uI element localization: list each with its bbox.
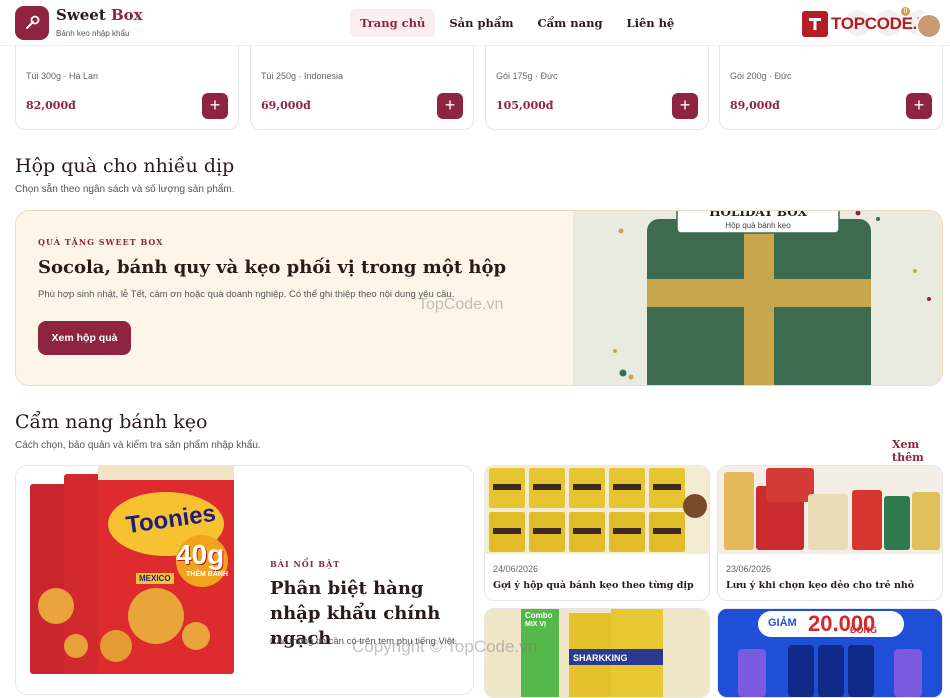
pack-extra: THÊM BÁNH [186,571,228,578]
add-to-cart-button[interactable]: + [672,93,698,119]
promo-text: GIẢM [768,617,797,629]
nav-home[interactable]: Trang chủ [350,9,436,37]
gift-banner-desc: Phù hợp sinh nhật, lễ Tết, cảm ơn hoặc q… [38,289,455,300]
gift-banner: QUÀ TẶNG SWEET BOX Socola, bánh quy và k… [15,210,943,386]
product-meta: Túi 250g · Indonesia [261,71,344,81]
brand-tagline: Bánh kẹo nhập khẩu [56,29,130,38]
product-price: 69,000đ [261,99,311,112]
product-price: 89,000đ [730,99,780,112]
add-to-cart-button[interactable]: + [202,93,228,119]
product-meta: Gói 200g · Đức [730,71,792,81]
article-date: 24/06/2026 [493,564,539,574]
logo-badge[interactable] [15,6,49,40]
gift-kicker: QUÀ TẶNG SWEET BOX [38,237,164,247]
combo-line2: MIX VỊ [525,621,547,628]
featured-article[interactable]: Toonies 40g THÊM BÁNH MEXICO BÀI NỔI BẬT… [15,465,474,695]
article-title: Gợi ý hộp quà bánh kẹo theo từng dịp [493,580,694,591]
candy-assortment-image [718,466,942,554]
gift-box-label: HOLIDAY BOX [709,210,807,219]
main-nav: Trang chủ Sản phẩm Cẩm nang Liên hệ [350,9,684,37]
wafer-boxes-image [485,466,709,554]
gift-box-icon [613,211,931,385]
gift-section-subtitle: Chọn sẵn theo ngân sách và số lượng sản … [15,184,235,195]
product-price: 82,000đ [26,99,76,112]
gift-box-sublabel: Hộp quà bánh kẹo [725,221,791,230]
pack-flavor: MEXICO [136,573,174,584]
article-card[interactable]: Combo MIX VỊ SHARKKING [484,608,710,698]
article-date: 23/06/2026 [726,564,772,574]
featured-desc: Các thông tin cần có trên tem phụ tiếng … [270,636,458,647]
view-more-link[interactable]: Xem thêm [892,438,950,464]
promo-unit: ĐỒNG [850,625,877,635]
candy-icon [26,15,40,29]
pack-weight: 40g [176,539,225,570]
featured-kicker: BÀI NỔI BẬT [270,559,341,569]
product-price: 105,000đ [496,99,554,112]
combo-brand: SHARKKING [573,653,628,663]
nav-guide[interactable]: Cẩm nang [528,9,613,37]
avatar[interactable] [916,13,942,39]
article-card[interactable]: GIẢM 20.000 ĐỒNG [717,608,943,698]
article-card[interactable]: 24/06/2026 Gợi ý hộp quà bánh kẹo theo t… [484,465,710,601]
gift-section-title: Hộp quà cho nhiều dịp [15,155,235,177]
nav-products[interactable]: Sản phẩm [439,9,523,37]
guide-section-title: Cẩm nang bánh kẹo [15,411,208,433]
add-to-cart-button[interactable]: + [437,93,463,119]
guide-section-subtitle: Cách chọn, bảo quản và kiểm tra sản phẩm… [15,440,261,451]
site-header: Sweet Box Bánh kẹo nhập khẩu Trang chủ S… [0,0,950,46]
combo-line1: Combo [525,611,553,620]
nav-contact[interactable]: Liên hệ [617,9,685,37]
gift-banner-title: Socola, bánh quy và kẹo phối vị trong mộ… [38,257,507,278]
product-meta: Gói 175g · Đức [496,71,558,81]
topcode-logo-icon [802,11,828,37]
brand-name[interactable]: Sweet Box [56,6,143,24]
article-title: Lưu ý khi chọn kẹo dẻo cho trẻ nhỏ [726,580,915,591]
gift-box-illustration: HOLIDAY BOX Hộp quà bánh kẹo [573,210,942,385]
view-gift-box-button[interactable]: Xem hộp quà [38,321,131,355]
add-to-cart-button[interactable]: + [906,93,932,119]
article-card[interactable]: 23/06/2026 Lưu ý khi chọn kẹo dẻo cho tr… [717,465,943,601]
product-meta: Túi 300g · Hà Lan [26,71,99,81]
